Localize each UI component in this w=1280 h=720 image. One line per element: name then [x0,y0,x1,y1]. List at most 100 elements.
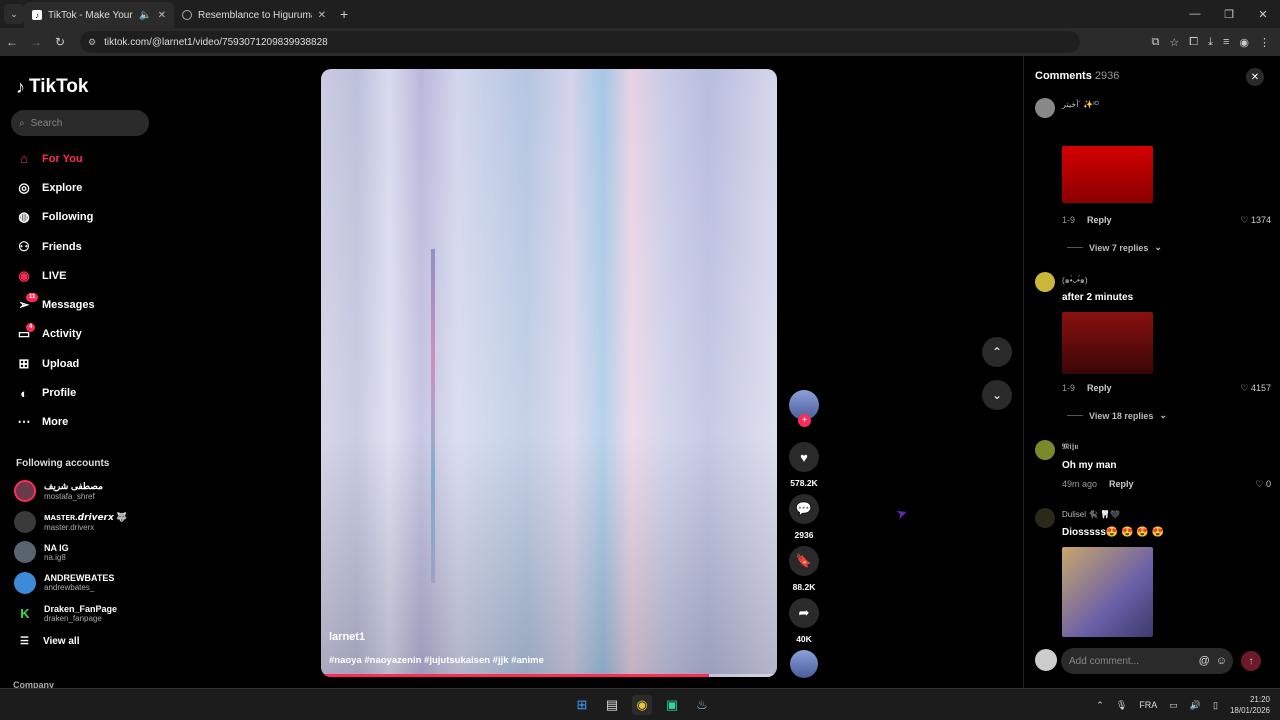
comment-text: after 2 minutes [1062,292,1134,303]
windows-start-icon[interactable]: ⊞ [572,695,592,715]
comment-likes[interactable]: ♡ 0 [1255,479,1271,490]
search-input[interactable]: ⌕ Search [11,110,149,136]
share-icon[interactable]: ➦ [789,598,819,628]
chevron-up-icon: ⌃ [991,345,1003,359]
app-icon[interactable]: ▣ [662,695,682,715]
music-disc-icon[interactable] [790,650,818,678]
chevron-up-icon[interactable]: ⌃ [1096,700,1104,711]
comments-panel: Comments 2936 ✕ أخيتر´ ✨ᴵᴼ 1-9 Reply ♡ 137… [1023,56,1280,688]
clock[interactable]: 21:20 18/01/2026 [1230,694,1270,716]
video-author[interactable]: larnet1 [329,631,365,643]
volume-icon[interactable]: 🔊 [1190,700,1201,711]
comment-user[interactable]: 𝕸𝖎𝖏𝖚 [1062,442,1078,452]
nav-activity[interactable]: ▭ 4 Activity [0,320,160,349]
comment-user[interactable]: أخيتر´ ✨ᴵᴼ [1062,100,1099,109]
video-player[interactable]: larnet1 #naoya #naoyazenin #jujutsukaise… [321,69,777,677]
divider [1067,247,1083,248]
send-comment-button[interactable]: ↑ [1241,651,1261,671]
new-tab-button[interactable]: + [340,6,348,22]
comment-image[interactable] [1062,547,1153,637]
reading-list-icon[interactable]: ≡ [1223,36,1229,49]
chrome-icon[interactable]: ◉ [632,695,652,715]
nav-for-you[interactable]: ⌂ For You [0,144,160,173]
close-tab-icon[interactable]: ✕ [318,10,326,21]
emoji-icon[interactable]: ☺ [1216,655,1227,667]
sidebar: ♪ TikTok ⌕ Search ⌂ For You ◎ Explore ◍ Fol… [0,56,160,690]
video-hashtags[interactable]: #naoya #naoyazenin #jujutsukaisen #jjk #… [329,655,544,666]
mention-icon[interactable]: @ [1199,655,1210,667]
comment-icon[interactable]: 💬 [789,494,819,524]
bookmark-icon[interactable]: 🔖 [789,546,819,576]
heart-icon[interactable]: ♥ [789,442,819,472]
comment-likes[interactable]: ♡ 4157 [1240,383,1271,394]
site-info-icon[interactable]: ⚙ [88,37,96,48]
comment-user[interactable]: Dulisel 🐈‍⬛ 🦷🖤 [1062,510,1120,519]
steam-icon[interactable]: ♨ [692,695,712,715]
bookmark-star-icon[interactable]: ☆ [1169,36,1179,49]
maximize-icon[interactable]: ❐ [1212,8,1246,21]
close-tab-icon[interactable]: ✕ [158,10,166,21]
avatar[interactable] [1035,272,1055,292]
avatar[interactable] [1035,440,1055,460]
view-all-button[interactable]: ☰ View all [20,636,79,647]
reload-icon[interactable]: ↻ [48,35,72,49]
view-replies-button[interactable]: View 7 replies ⌄ [1067,242,1162,253]
speaker-icon[interactable]: 🔈 [139,10,151,21]
file-explorer-icon[interactable]: ▤ [602,695,622,715]
avatar [14,541,36,564]
battery-icon[interactable]: ▯ [1213,700,1218,711]
my-avatar[interactable] [1035,649,1057,671]
extensions-icon[interactable]: ⧠ [1189,36,1198,49]
network-icon[interactable]: ▭ [1169,700,1178,711]
video-progress-bar[interactable] [321,674,777,677]
follow-plus-icon[interactable]: + [798,414,811,427]
arrow-up-icon: ↑ [1248,655,1254,667]
next-video-button[interactable]: ⌄ [982,380,1012,410]
comment-image[interactable] [1062,146,1153,203]
menu-kebab-icon[interactable]: ⋮ [1259,36,1270,49]
reply-button[interactable]: Reply [1087,215,1112,225]
profile-avatar-icon[interactable]: ◉ [1239,36,1249,49]
tiktok-logo[interactable]: ♪ TikTok [16,76,88,98]
tab-search-button[interactable]: ⌄ [4,4,24,24]
nav-upload[interactable]: ⊞ Upload [0,349,160,378]
avatar[interactable] [1035,98,1055,118]
account-item[interactable]: K Draken_FanPage draken_fanpage [14,598,154,629]
close-comments-button[interactable]: ✕ [1246,68,1264,86]
nav-profile[interactable]: ◐ Profile [0,378,160,407]
close-window-icon[interactable]: ✕ [1246,8,1280,21]
nav-messages[interactable]: ➢ 11 Messages [0,290,160,319]
tab-tiktok[interactable]: ♪ TikTok - Make Your Day 🔈 ✕ [24,2,174,28]
nav-more[interactable]: ⋯ More [0,408,160,437]
creator-avatar[interactable]: + [789,390,819,427]
nav-explore[interactable]: ◎ Explore [0,173,160,202]
tab-resemblance[interactable]: Resemblance to Higuruma ✕ [174,2,334,28]
language-indicator[interactable]: FRA [1139,700,1157,710]
reply-button[interactable]: Reply [1087,383,1112,393]
add-comment-input[interactable]: Add comment... @ ☺ [1061,648,1233,674]
url-text: tiktok.com/@larnet1/video/75930712098399… [104,36,328,48]
nav-friends[interactable]: ⚇ Friends [0,232,160,261]
avatar[interactable] [1035,508,1055,528]
nav-following[interactable]: ◍ Following [0,203,160,232]
comment-user[interactable]: (๑•̀ᴗ•́๑) [1062,274,1088,287]
forward-icon[interactable]: → [24,35,48,49]
nav-label: Following [42,211,94,224]
account-item[interactable]: مصطفى شريف mostafa_shref [14,476,154,507]
comment-image[interactable] [1062,312,1153,374]
minimize-icon[interactable]: — [1178,8,1212,21]
account-item[interactable]: ᴍᴀsᴛᴇʀ.𝙙𝙧𝙞𝙫𝙚𝙧𝙭 🐺 master.driverx [14,507,154,538]
nav-live[interactable]: ◉ LIVE [0,261,160,290]
download-icon[interactable]: ⤓ [1208,36,1213,49]
url-field[interactable]: ⚙ tiktok.com/@larnet1/video/759307120983… [80,31,1080,53]
reply-button[interactable]: Reply [1109,479,1134,489]
account-item[interactable]: NA IG na.ig8 [14,537,154,568]
view-replies-button[interactable]: View 18 replies ⌄ [1067,410,1167,421]
back-icon[interactable]: ← [0,35,24,49]
install-app-icon[interactable]: ⧉ [1152,36,1160,49]
previous-video-button[interactable]: ⌃ [982,337,1012,367]
live-icon: ◉ [18,267,30,283]
microphone-icon[interactable]: 🎙 [1116,700,1127,711]
comment-likes[interactable]: ♡ 1374 [1240,215,1271,226]
account-item[interactable]: ANDREWBATES andrewbates_ [14,568,154,599]
